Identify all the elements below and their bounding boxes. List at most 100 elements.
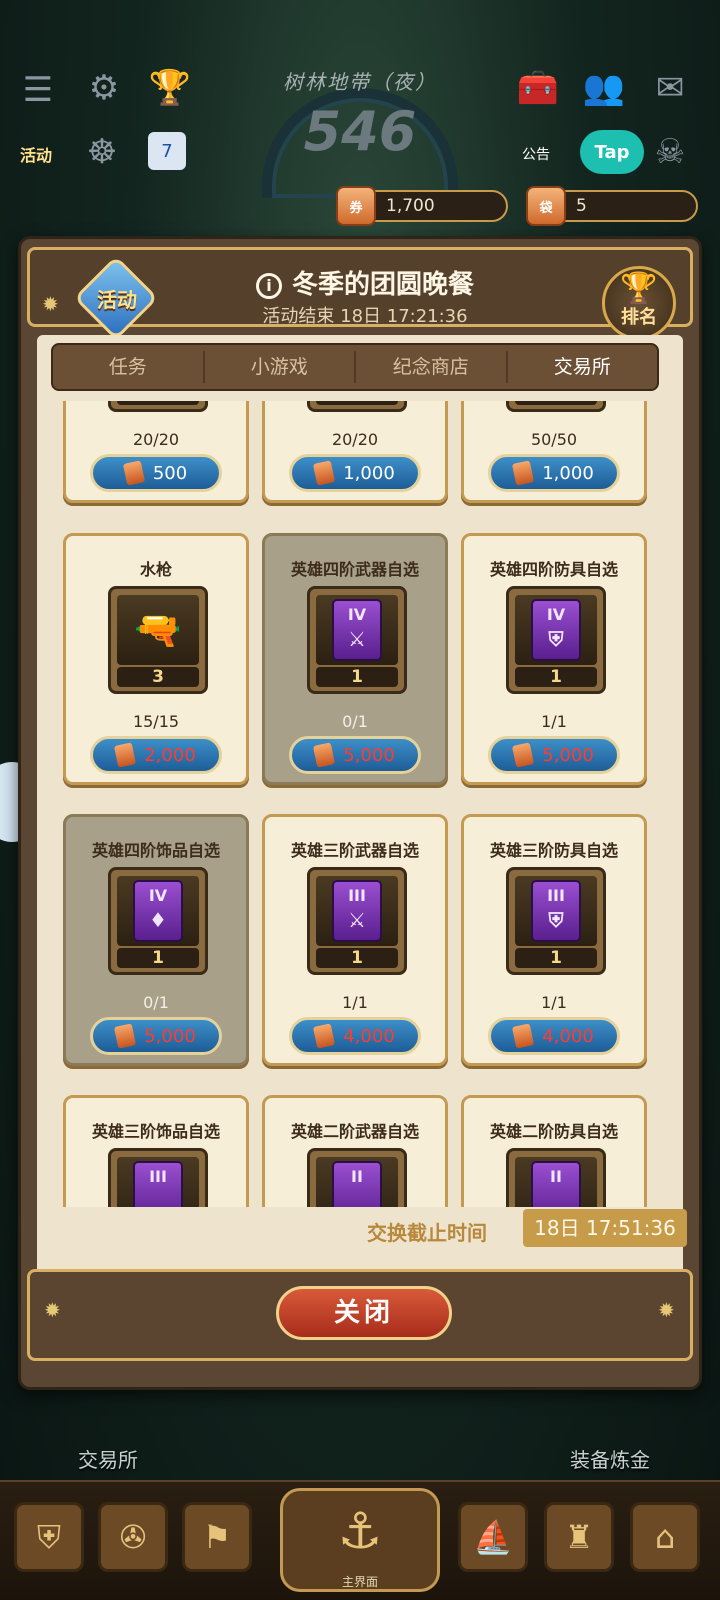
nav-main-anchor[interactable]: ⚓ 主界面 bbox=[280, 1488, 440, 1592]
nav-crew-banner-icon[interactable]: ⚑ bbox=[182, 1502, 252, 1572]
toolbox-icon[interactable]: 🧰 bbox=[516, 66, 560, 110]
item-frame: 1 bbox=[307, 401, 407, 412]
item-card-hero-t2-armor[interactable]: 英雄二阶防具自选 II bbox=[461, 1095, 647, 1207]
tier-emblem: II bbox=[550, 1167, 562, 1186]
menu-icon[interactable]: ☰ bbox=[16, 68, 60, 112]
ranking-button[interactable]: 🏆 排名 bbox=[602, 266, 676, 340]
panel-footer: ✹ ✹ 关闭 bbox=[27, 1269, 693, 1361]
item-price-button[interactable]: 4,000 bbox=[488, 1017, 620, 1055]
armor-scroll-icon: II bbox=[531, 1161, 581, 1207]
calendar-icon[interactable]: 7 bbox=[148, 132, 186, 170]
armor-scroll-icon: III ⛨ bbox=[531, 880, 581, 942]
item-stock: 1/1 bbox=[342, 993, 368, 1012]
nav-guild-icon[interactable]: ⛨ bbox=[14, 1502, 84, 1572]
nav-propeller-icon[interactable]: ✇ bbox=[98, 1502, 168, 1572]
item-price-button[interactable]: 5,000 bbox=[90, 1017, 222, 1055]
item-card-hero-t3-weapon[interactable]: 英雄三阶武器自选 III ⚔ 1 1/1 4,000 bbox=[262, 814, 448, 1066]
nav-ship-icon[interactable]: ⛵ bbox=[458, 1502, 528, 1572]
currency-value: 5 bbox=[576, 196, 587, 216]
exchange-item-grid[interactable]: 1 20/20 500 1 20/20 1,000 10 50/50 1,000 bbox=[51, 401, 659, 1207]
item-name: 英雄四阶武器自选 bbox=[290, 560, 419, 579]
settings-gear-icon[interactable]: ⚙ bbox=[82, 66, 126, 110]
tap-icon[interactable]: Tap bbox=[580, 130, 644, 174]
item-price-button[interactable]: 5,000 bbox=[488, 736, 620, 774]
ship-wheel-icon[interactable]: ☸ bbox=[80, 130, 124, 174]
item-name: 英雄四阶饰品自选 bbox=[91, 841, 220, 860]
price-value: 5,000 bbox=[343, 744, 395, 766]
item-price-button[interactable]: 1,000 bbox=[488, 454, 620, 492]
armor-scroll-icon: IV ⛨ bbox=[531, 599, 581, 661]
currency-bags[interactable]: 袋 5 bbox=[526, 186, 698, 226]
weapon-scroll-icon: III ⚔ bbox=[332, 880, 382, 942]
bg-exchange-label: 交易所 bbox=[78, 1448, 138, 1472]
bag-icon: 袋 bbox=[526, 186, 566, 226]
tab-minigame[interactable]: 小游戏 bbox=[205, 351, 356, 383]
item-qty: 1 bbox=[515, 948, 597, 968]
nav-tower-icon[interactable]: ♜ bbox=[544, 1502, 614, 1572]
accessory-scroll-icon: III bbox=[133, 1161, 183, 1207]
price-value: 1,000 bbox=[343, 462, 395, 484]
item-frame: IV ⛨ 1 bbox=[506, 586, 606, 694]
tier-emblem: III bbox=[547, 886, 565, 905]
item-qty: 1 bbox=[515, 667, 597, 687]
gauge-value: 546 bbox=[303, 100, 417, 163]
item-price-button[interactable]: 2,000 bbox=[90, 736, 222, 774]
tier-emblem: II bbox=[351, 1167, 363, 1186]
item-card[interactable]: 1 20/20 1,000 bbox=[262, 401, 448, 503]
tab-tasks[interactable]: 任务 bbox=[53, 351, 205, 383]
tier-emblem: IV bbox=[347, 605, 367, 624]
item-price-button[interactable]: 1,000 bbox=[289, 454, 421, 492]
tier-emblem: IV bbox=[546, 605, 566, 624]
friends-icon[interactable]: 👥 bbox=[582, 66, 626, 110]
nav-main-label: 主界面 bbox=[341, 1575, 378, 1589]
accessory-scroll-icon: IV ♦ bbox=[133, 880, 183, 942]
item-price-button[interactable]: 500 bbox=[90, 454, 222, 492]
item-qty: 1 bbox=[316, 401, 398, 405]
item-stock: 0/1 bbox=[143, 993, 169, 1012]
item-frame: III bbox=[108, 1148, 208, 1207]
price-value: 5,000 bbox=[144, 1025, 196, 1047]
item-price-button[interactable]: 4,000 bbox=[289, 1017, 421, 1055]
announcement-icon[interactable]: 公告 bbox=[514, 132, 558, 176]
item-stock: 15/15 bbox=[132, 712, 180, 731]
mail-icon[interactable]: ✉ bbox=[648, 66, 692, 110]
item-card-hero-t4-accessory[interactable]: 英雄四阶饰品自选 IV ♦ 1 0/1 5,000 bbox=[63, 814, 249, 1066]
tab-souvenir-shop[interactable]: 纪念商店 bbox=[356, 351, 508, 383]
item-name: 水枪 bbox=[139, 560, 172, 579]
activity-icon[interactable]: 活动 bbox=[14, 132, 58, 176]
item-name: 英雄三阶防具自选 bbox=[489, 841, 618, 860]
activity-badge-label: 活动 bbox=[97, 288, 137, 312]
item-card-hero-t3-armor[interactable]: 英雄三阶防具自选 III ⛨ 1 1/1 4,000 bbox=[461, 814, 647, 1066]
item-qty: 3 bbox=[117, 667, 199, 687]
currency-value: 1,700 bbox=[386, 196, 435, 216]
item-qty: 1 bbox=[316, 948, 398, 968]
price-value: 2,000 bbox=[144, 744, 196, 766]
item-frame: II bbox=[307, 1148, 407, 1207]
nav-shop-icon[interactable]: ⌂ bbox=[630, 1502, 700, 1572]
item-name: 英雄三阶饰品自选 bbox=[91, 1122, 220, 1141]
item-price-button[interactable]: 5,000 bbox=[289, 736, 421, 774]
close-button[interactable]: 关闭 bbox=[276, 1286, 452, 1340]
ticket-icon bbox=[122, 460, 145, 486]
tab-exchange[interactable]: 交易所 bbox=[508, 351, 658, 383]
item-frame: III ⛨ 1 bbox=[506, 867, 606, 975]
zone-title: 树林地带（夜） bbox=[283, 70, 437, 94]
item-frame: 1 bbox=[108, 401, 208, 412]
item-card-water-gun[interactable]: 水枪 🔫 3 15/15 2,000 bbox=[63, 533, 249, 785]
info-icon[interactable]: i bbox=[255, 273, 282, 299]
price-value: 4,000 bbox=[542, 1025, 594, 1047]
currency-tickets[interactable]: 券 1,700 bbox=[336, 186, 508, 226]
pirate-avatar-icon[interactable]: ☠ bbox=[648, 130, 692, 174]
ticket-icon bbox=[313, 742, 336, 768]
item-name: 英雄四阶防具自选 bbox=[489, 560, 618, 579]
item-card-hero-t4-weapon[interactable]: 英雄四阶武器自选 IV ⚔ 1 0/1 5,000 bbox=[262, 533, 448, 785]
item-card-hero-t2-weapon[interactable]: 英雄二阶武器自选 II bbox=[262, 1095, 448, 1207]
item-card-hero-t3-accessory[interactable]: 英雄三阶饰品自选 III bbox=[63, 1095, 249, 1207]
ticket-icon bbox=[512, 742, 535, 768]
item-card-hero-t4-armor[interactable]: 英雄四阶防具自选 IV ⛨ 1 1/1 5,000 bbox=[461, 533, 647, 785]
trophy-icon[interactable]: 🏆 bbox=[148, 66, 192, 110]
item-frame: 🔫 3 bbox=[108, 586, 208, 694]
item-card[interactable]: 10 50/50 1,000 bbox=[461, 401, 647, 503]
tier-emblem: IV bbox=[148, 886, 168, 905]
item-card[interactable]: 1 20/20 500 bbox=[63, 401, 249, 503]
